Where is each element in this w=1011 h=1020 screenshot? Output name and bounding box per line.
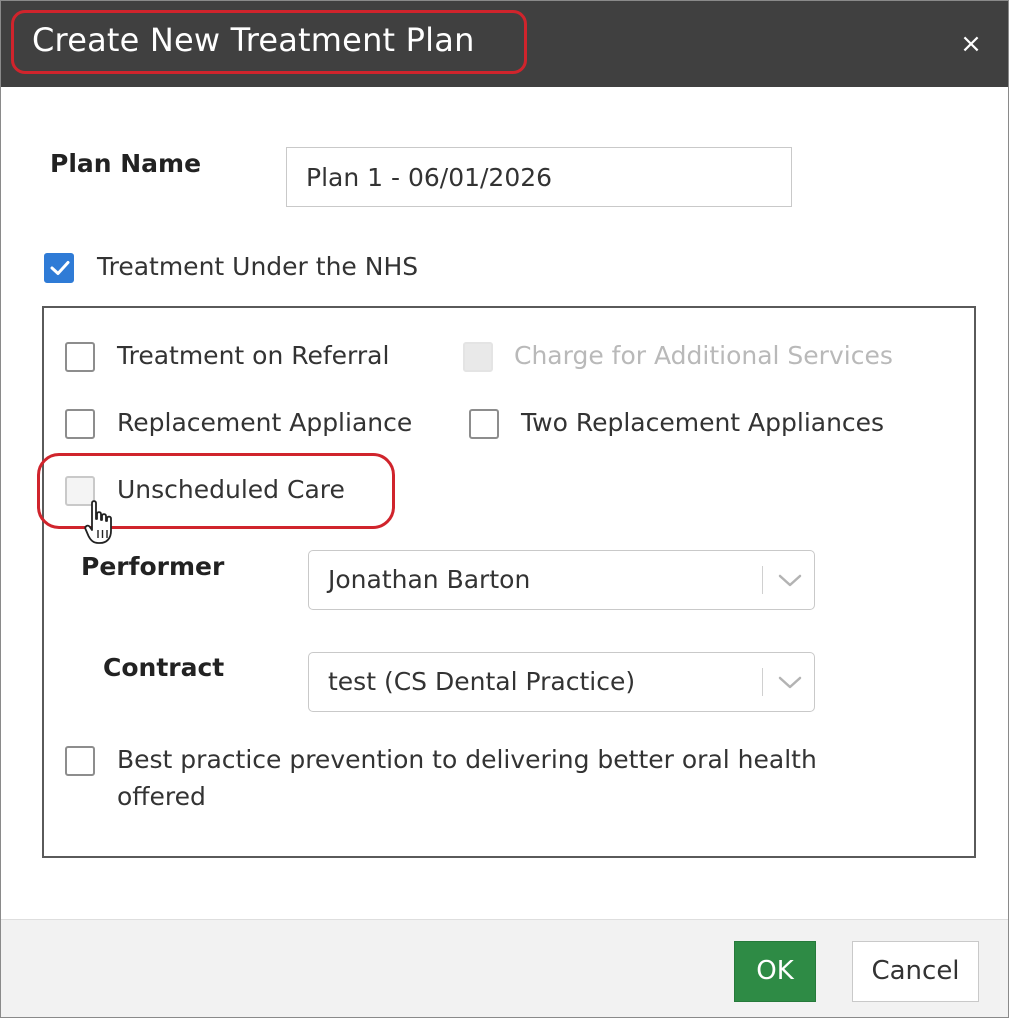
nhs-treatment-label: Treatment Under the NHS [97,252,419,281]
select-separator [762,668,763,696]
replacement-appliance-checkbox[interactable] [65,409,95,439]
cancel-button[interactable]: Cancel [852,941,979,1002]
contract-select[interactable]: test (CS Dental Practice) [308,652,815,712]
plan-name-label: Plan Name [50,149,202,178]
two-replacement-appliances-checkbox[interactable] [469,409,499,439]
best-practice-label-line2: offered [117,782,206,811]
contract-label: Contract [103,653,225,682]
charge-additional-services-label: Charge for Additional Services [514,341,893,370]
check-icon [50,261,70,275]
performer-select[interactable]: Jonathan Barton [308,550,815,610]
performer-label: Performer [81,552,225,581]
charge-additional-services-checkbox [463,342,493,372]
close-button[interactable]: × [958,29,984,59]
performer-value: Jonathan Barton [328,565,531,594]
replacement-appliance-label: Replacement Appliance [117,408,413,437]
chevron-down-icon [778,574,802,587]
dialog-title: Create New Treatment Plan [32,21,475,59]
two-replacement-appliances-label: Two Replacement Appliances [521,408,885,437]
unscheduled-care-checkbox[interactable] [65,476,95,506]
close-icon: × [960,29,982,59]
best-practice-checkbox[interactable] [65,746,95,776]
chevron-down-icon [778,676,802,689]
contract-value: test (CS Dental Practice) [328,667,636,696]
nhs-treatment-checkbox[interactable] [44,253,74,283]
select-separator [762,566,763,594]
dialog-titlebar: Create New Treatment Plan × [1,1,1008,87]
best-practice-label-line1: Best practice prevention to delivering b… [117,745,817,774]
treatment-on-referral-label: Treatment on Referral [117,341,390,370]
plan-name-input[interactable] [286,147,792,207]
treatment-on-referral-checkbox[interactable] [65,342,95,372]
ok-button[interactable]: OK [734,941,816,1002]
create-treatment-plan-dialog: Create New Treatment Plan × Plan Name Tr… [0,0,1009,1018]
unscheduled-care-label: Unscheduled Care [117,475,345,504]
